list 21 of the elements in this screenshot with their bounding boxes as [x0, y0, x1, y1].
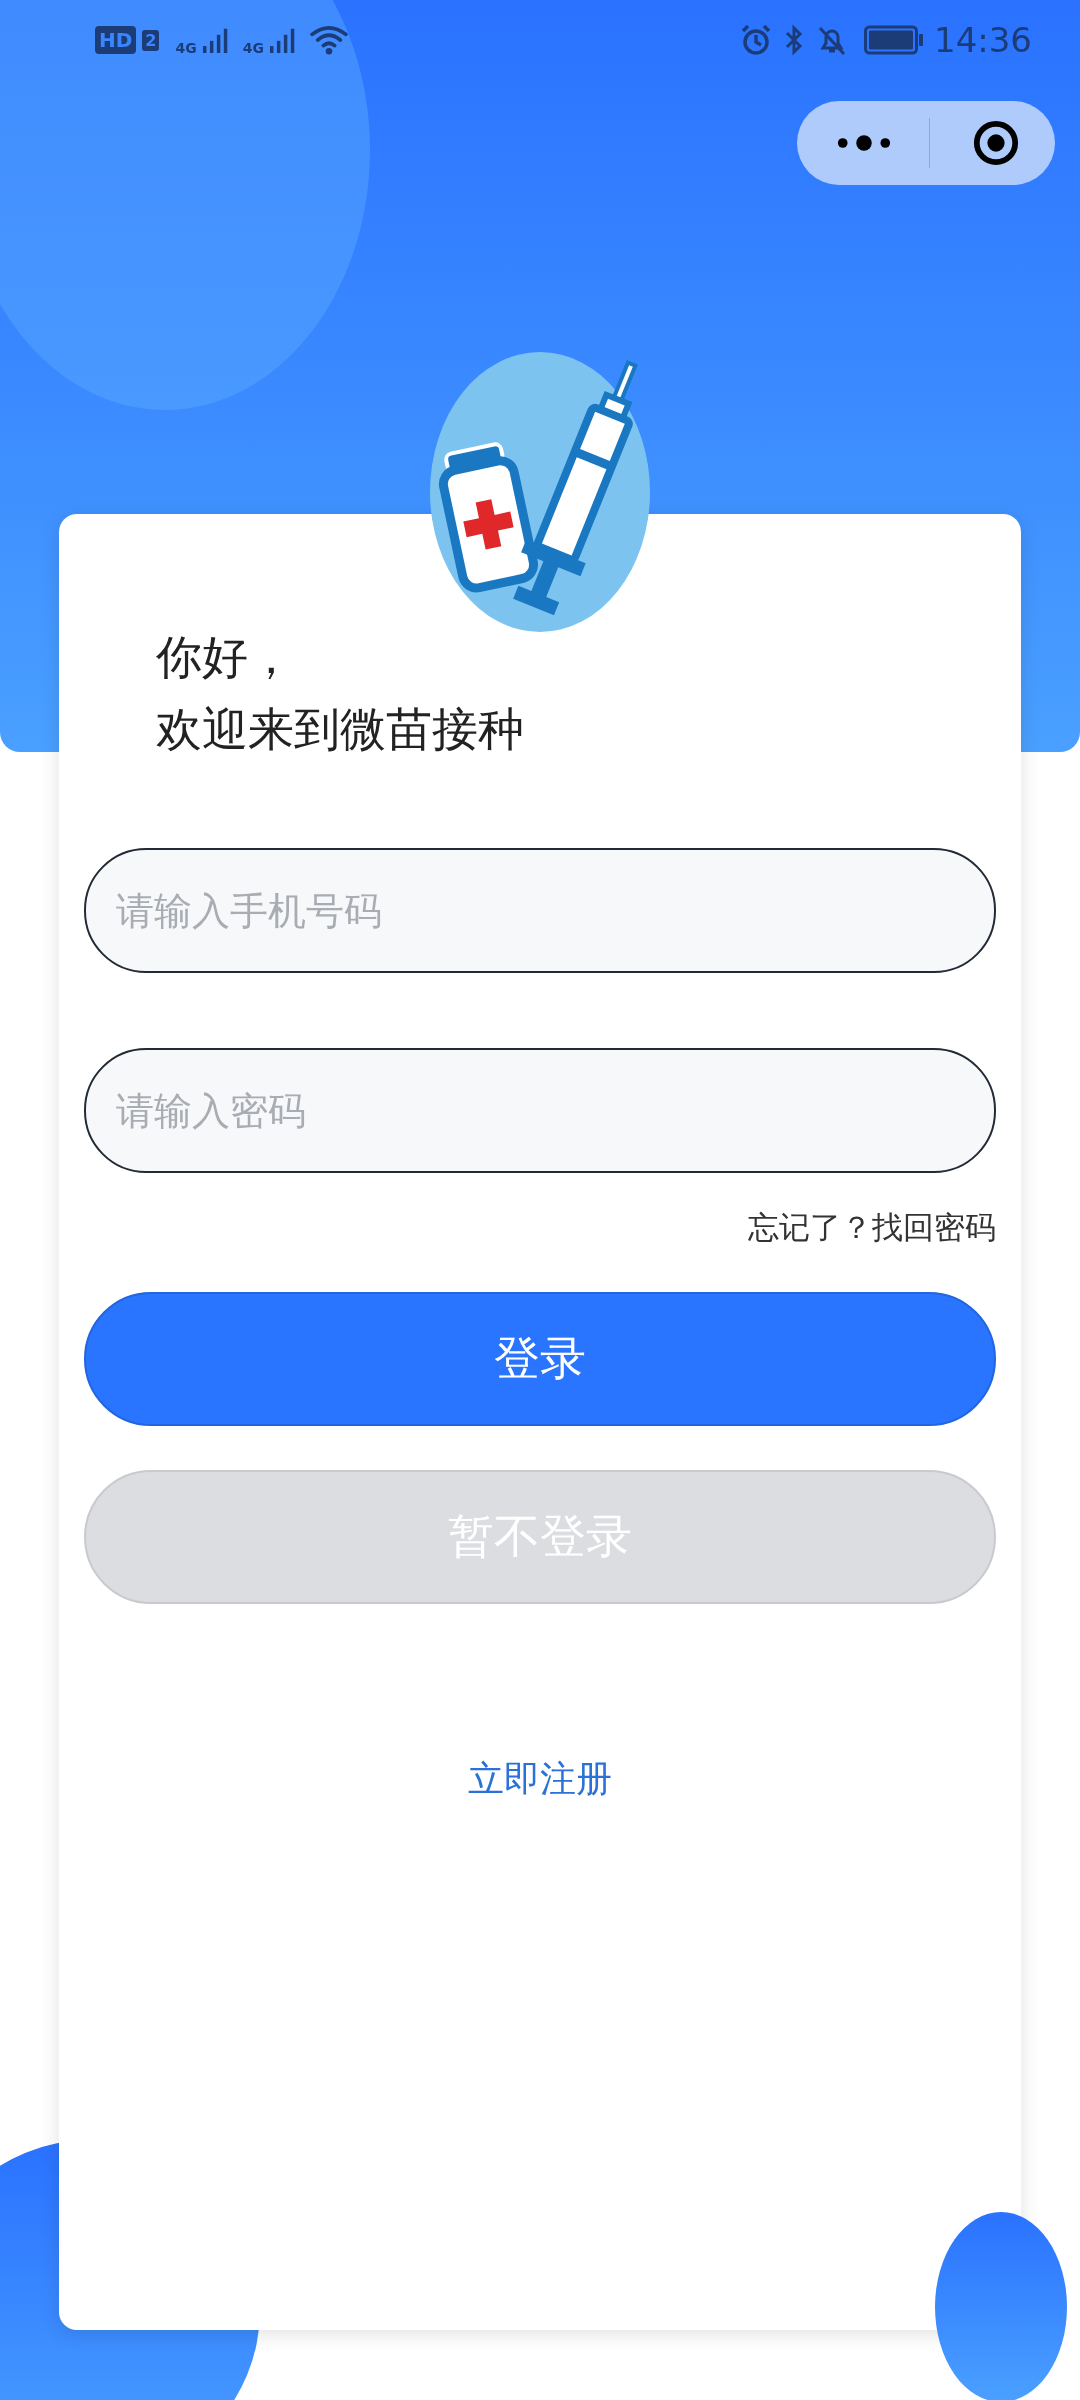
greeting-text: 你好， [156, 629, 295, 686]
network-label: 4G [242, 40, 264, 56]
network-label: 4G [175, 40, 197, 56]
wifi-icon [309, 25, 348, 55]
forgot-password-link[interactable]: 忘记了？找回密码 [748, 1205, 996, 1249]
battery-icon [864, 25, 924, 55]
more-icon[interactable] [835, 133, 893, 153]
bell-off-icon [816, 24, 848, 56]
phone-input-field[interactable]: 请输入手机号码 [84, 848, 996, 973]
sim-badge: 2 [142, 29, 160, 51]
signal-icon [269, 26, 296, 54]
password-input-field[interactable]: 请输入密码 [84, 1048, 996, 1173]
login-button[interactable]: 登录 [84, 1292, 996, 1426]
welcome-text: 欢迎来到微苗接种 [156, 701, 525, 758]
alarm-icon [740, 24, 772, 56]
signal-icon [202, 26, 229, 54]
close-target-icon[interactable] [972, 119, 1020, 167]
clock-time: 14:36 [934, 20, 1032, 60]
hd-badge: HD [95, 26, 137, 54]
bluetooth-icon [784, 24, 804, 56]
register-link[interactable]: 立即注册 [468, 1754, 612, 1804]
